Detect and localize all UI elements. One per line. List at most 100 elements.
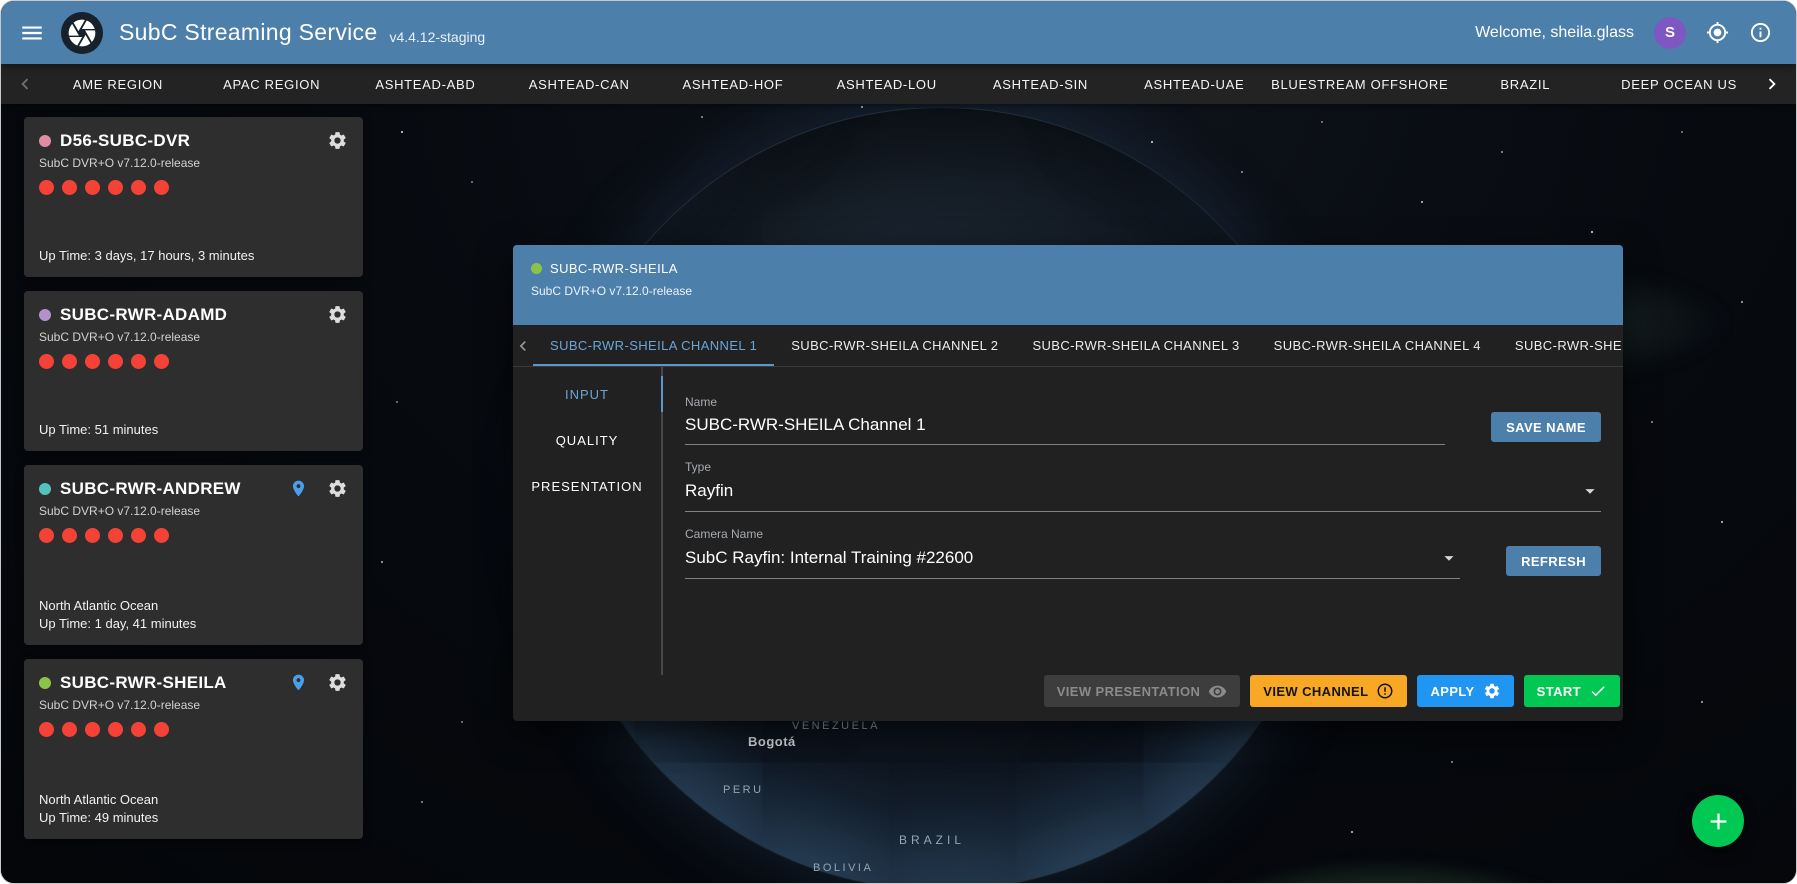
- name-field-label: Name: [685, 395, 1445, 409]
- start-button[interactable]: START: [1524, 675, 1620, 707]
- device-location-button[interactable]: [289, 673, 308, 692]
- dropdown-arrow-icon: [1579, 480, 1601, 502]
- start-label: START: [1537, 684, 1581, 699]
- channel-tab[interactable]: SUBC-RWR-SHEIL: [1498, 325, 1623, 366]
- device-status-dot: [39, 135, 51, 147]
- map-label-country: PERU: [723, 784, 764, 796]
- gear-icon: [1483, 682, 1501, 700]
- region-tab[interactable]: ASHTEAD-CAN: [502, 77, 656, 92]
- device-version: SubC DVR+O v7.12.0-release: [39, 698, 348, 712]
- device-location: North Atlantic Ocean: [39, 598, 348, 613]
- region-tab[interactable]: AME REGION: [41, 77, 195, 92]
- device-card[interactable]: D56-SUBC-DVR SubC DVR+O v7.12.0-release …: [24, 117, 363, 277]
- signal-dot: [39, 180, 54, 195]
- avatar[interactable]: S: [1654, 17, 1686, 49]
- signal-dots: [39, 528, 348, 543]
- view-channel-label: VIEW CHANNEL: [1263, 684, 1368, 699]
- signal-dot: [108, 528, 123, 543]
- signal-dot: [131, 722, 146, 737]
- signal-dot: [39, 722, 54, 737]
- signal-dot: [62, 180, 77, 195]
- signal-dot: [39, 354, 54, 369]
- type-select-value: Rayfin: [685, 481, 1579, 501]
- my-location-button[interactable]: [1706, 21, 1729, 44]
- channel-tab[interactable]: SUBC-RWR-SHEILA CHANNEL 1: [533, 325, 774, 366]
- device-version: SubC DVR+O v7.12.0-release: [39, 504, 348, 518]
- region-tab[interactable]: BLUESTREAM OFFSHORE: [1271, 77, 1448, 92]
- save-name-button[interactable]: SAVE NAME: [1491, 412, 1601, 442]
- gear-icon: [327, 672, 348, 693]
- info-icon: [1749, 21, 1772, 44]
- regions-scroll-right-button[interactable]: [1756, 73, 1788, 95]
- device-location-button[interactable]: [289, 479, 308, 498]
- my-location-icon: [1706, 21, 1729, 44]
- device-version: SubC DVR+O v7.12.0-release: [39, 330, 348, 344]
- chevron-left-icon: [513, 336, 533, 356]
- name-field-group: Name: [685, 395, 1445, 445]
- region-tab[interactable]: ASHTEAD-ABD: [349, 77, 503, 92]
- region-tab[interactable]: ASHTEAD-HOF: [656, 77, 810, 92]
- device-sidebar: D56-SUBC-DVR SubC DVR+O v7.12.0-release …: [24, 117, 363, 839]
- signal-dots: [39, 180, 348, 195]
- gear-icon: [327, 478, 348, 499]
- tab-input[interactable]: INPUT: [513, 371, 661, 417]
- region-tab[interactable]: ASHTEAD-UAE: [1117, 77, 1271, 92]
- signal-dot: [85, 354, 100, 369]
- aperture-logo-icon: [66, 17, 98, 49]
- region-tab[interactable]: DEEP OCEAN US: [1602, 77, 1756, 92]
- tab-presentation[interactable]: PRESENTATION: [513, 463, 661, 509]
- channels-scroll-left-button[interactable]: [513, 325, 533, 366]
- add-device-fab[interactable]: [1692, 795, 1744, 847]
- device-name: SUBC-RWR-ANDREW: [60, 479, 270, 499]
- device-settings-button[interactable]: [327, 478, 348, 499]
- signal-dots: [39, 354, 348, 369]
- channel-tab-bar: SUBC-RWR-SHEILA CHANNEL 1 SUBC-RWR-SHEIL…: [513, 325, 1623, 367]
- gear-icon: [327, 130, 348, 151]
- region-tab[interactable]: ASHTEAD-SIN: [964, 77, 1118, 92]
- tab-quality[interactable]: QUALITY: [513, 417, 661, 463]
- refresh-button[interactable]: REFRESH: [1506, 546, 1601, 576]
- type-field-label: Type: [685, 460, 1601, 474]
- device-card[interactable]: SUBC-RWR-ADAMD SubC DVR+O v7.12.0-releas…: [24, 291, 363, 451]
- info-button[interactable]: [1749, 21, 1772, 44]
- check-icon: [1589, 682, 1607, 700]
- device-settings-button[interactable]: [327, 304, 348, 325]
- channel-tab[interactable]: SUBC-RWR-SHEILA CHANNEL 2: [774, 325, 1015, 366]
- region-tab[interactable]: ASHTEAD-LOU: [810, 77, 964, 92]
- device-settings-button[interactable]: [327, 672, 348, 693]
- name-input[interactable]: [685, 415, 1445, 435]
- camera-select[interactable]: SubC Rayfin: Internal Training #22600: [685, 541, 1460, 579]
- view-presentation-button[interactable]: VIEW PRESENTATION: [1044, 675, 1241, 707]
- type-select[interactable]: Rayfin: [685, 474, 1601, 512]
- signal-dots: [39, 722, 348, 737]
- device-status-dot: [39, 309, 51, 321]
- app-title: SubC Streaming Service: [119, 19, 377, 46]
- signal-dot: [154, 180, 169, 195]
- region-tab[interactable]: BRAZIL: [1448, 77, 1602, 92]
- device-card[interactable]: SUBC-RWR-ANDREW SubC DVR+O v7.12.0-relea…: [24, 465, 363, 645]
- region-tabs: AME REGION APAC REGION ASHTEAD-ABD ASHTE…: [41, 77, 1756, 92]
- channel-tab[interactable]: SUBC-RWR-SHEILA CHANNEL 4: [1257, 325, 1498, 366]
- error-icon: [1376, 682, 1394, 700]
- view-channel-button[interactable]: VIEW CHANNEL: [1250, 675, 1407, 707]
- menu-button[interactable]: [19, 20, 45, 46]
- apply-button[interactable]: APPLY: [1417, 675, 1513, 707]
- device-card[interactable]: SUBC-RWR-SHEILA SubC DVR+O v7.12.0-relea…: [24, 659, 363, 839]
- pin-drop-icon: [289, 479, 308, 498]
- device-name: SUBC-RWR-ADAMD: [60, 305, 308, 325]
- region-tab-strip: AME REGION APAC REGION ASHTEAD-ABD ASHTE…: [1, 64, 1796, 104]
- signal-dot: [62, 354, 77, 369]
- view-presentation-label: VIEW PRESENTATION: [1057, 684, 1201, 699]
- device-status-dot: [531, 263, 542, 274]
- map-label-country: BRAZIL: [899, 833, 965, 847]
- signal-dot: [154, 528, 169, 543]
- device-name: SUBC-RWR-SHEILA: [60, 673, 270, 693]
- channel-tab[interactable]: SUBC-RWR-SHEILA CHANNEL 3: [1015, 325, 1256, 366]
- device-settings-button[interactable]: [327, 130, 348, 151]
- app-window: Bogotá VENEZUELA PERU BRAZIL BOLIVIA Sub…: [0, 0, 1797, 884]
- signal-dot: [39, 528, 54, 543]
- signal-dot: [85, 528, 100, 543]
- regions-scroll-left-button[interactable]: [9, 73, 41, 95]
- region-tab[interactable]: APAC REGION: [195, 77, 349, 92]
- device-dialog: SUBC-RWR-SHEILA SubC DVR+O v7.12.0-relea…: [513, 245, 1623, 721]
